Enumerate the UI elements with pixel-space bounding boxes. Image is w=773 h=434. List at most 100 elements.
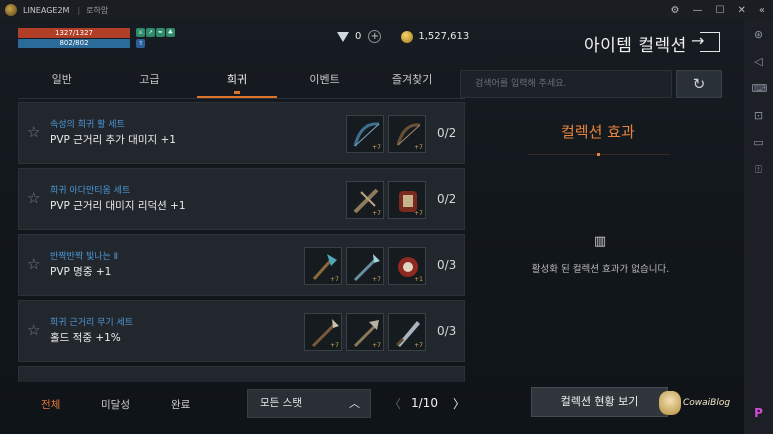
currency-display: 0 + 1,527,613: [337, 30, 469, 43]
buff-quill-icon[interactable]: ✒: [156, 28, 165, 37]
collection-row[interactable]: ☆ 희귀 아다만티움 세트 PVP 근거리 대미지 리덕션 +1 +7 +7 0…: [18, 168, 465, 230]
filter-incomplete[interactable]: 미달성: [101, 397, 130, 412]
collection-progress: 0/2: [437, 192, 457, 206]
favorite-star-icon[interactable]: ☆: [27, 191, 40, 206]
buff-list: ⚔ ↗ ✒ ♣: [136, 28, 175, 37]
active-tab-indicator: [233, 91, 240, 94]
item-slot[interactable]: +7: [388, 313, 426, 351]
set-effect: PVP 근거리 대미지 리덕션 +1: [50, 200, 186, 212]
tab-favorites[interactable]: 즐겨찾기: [368, 68, 456, 98]
set-name: 희귀 아다만티움 세트: [50, 186, 131, 196]
enchant-level: +7: [414, 144, 423, 151]
tab-advanced[interactable]: 고급: [106, 68, 194, 98]
prev-page-button[interactable]: 〈: [389, 395, 401, 412]
collection-row[interactable]: ☆ 희귀 근거리 무기 세트 홀드 적중 +1% +7 +7 +7 0/3: [18, 300, 465, 362]
enchant-level: +7: [372, 342, 381, 349]
diamond-icon: [337, 31, 350, 42]
maximize-icon[interactable]: ☐: [716, 5, 725, 16]
set-effect: 홀드 적중 +1%: [50, 332, 121, 344]
settings-icon[interactable]: ⚙: [671, 5, 680, 16]
favorite-star-icon[interactable]: ☆: [27, 323, 40, 338]
collection-tabs: 일반 고급 희귀 이벤트 즐겨찾기: [18, 68, 456, 98]
set-name: 속성의 희귀 활 세트: [50, 120, 125, 130]
buff-clover-icon[interactable]: ♣: [166, 28, 175, 37]
exit-icon[interactable]: [691, 32, 720, 52]
mp-bar: 802/802: [18, 39, 130, 48]
window-controls: ⚙ — ☐ ✕ «: [671, 0, 765, 20]
buff-sword-icon[interactable]: ⚔: [136, 28, 145, 37]
title-separator: |: [77, 5, 81, 15]
next-page-button[interactable]: 〉: [453, 395, 465, 412]
adena-count: 1,527,613: [418, 31, 470, 42]
app-name: LINEAGE2M: [23, 5, 70, 15]
page-title: 아이템 컬렉션: [584, 36, 687, 56]
item-slot[interactable]: +7: [388, 115, 426, 153]
chevron-up-icon: ︿: [349, 397, 360, 410]
apk-icon[interactable]: ⍐: [752, 163, 766, 177]
window-titlebar: LINEAGE2M | 로하암 ⚙ — ☐ ✕ «: [0, 0, 773, 20]
folder-icon[interactable]: ▭: [752, 136, 766, 150]
favorite-star-icon[interactable]: ☆: [27, 125, 40, 140]
buff-level-up-icon[interactable]: ⇑: [136, 39, 145, 48]
collection-progress: 0/2: [437, 126, 457, 140]
buff-haste-icon[interactable]: ↗: [146, 28, 155, 37]
view-collection-status-button[interactable]: 컬렉션 현황 보기: [531, 387, 668, 417]
item-slot[interactable]: +1: [388, 247, 426, 285]
app-logo-icon: [5, 4, 17, 16]
collection-row[interactable]: ☆ 속성의 희귀 활 세트 PVP 근거리 추가 대미지 +1 +7 +7 0/…: [18, 102, 465, 164]
empty-effect-message: 활성화 된 컬렉션 효과가 없습니다.: [531, 264, 670, 275]
collection-list[interactable]: ☆ 속성의 희귀 활 세트 PVP 근거리 추가 대미지 +1 +7 +7 0/…: [18, 102, 465, 382]
tab-event[interactable]: 이벤트: [281, 68, 369, 98]
hp-bar: 1327/1327: [18, 28, 130, 38]
search-input[interactable]: 검색어를 입력해 주세요.: [460, 70, 672, 98]
filter-complete[interactable]: 완료: [171, 397, 190, 412]
set-name: 희귀 근거리 무기 세트: [50, 318, 134, 328]
item-slot[interactable]: +7: [304, 313, 342, 351]
set-name: 반짝반짝 빛나는 Ⅱ: [50, 252, 119, 262]
enchant-level: +7: [372, 144, 381, 151]
enchant-level: +7: [330, 342, 339, 349]
item-slot[interactable]: +7: [346, 115, 384, 153]
item-slot[interactable]: +7: [346, 313, 384, 351]
window-subtitle: 로하암: [86, 5, 109, 15]
set-effect: PVP 근거리 추가 대미지 +1: [50, 134, 176, 146]
filter-all[interactable]: 전체: [41, 397, 60, 412]
tab-rare[interactable]: 희귀: [193, 68, 281, 98]
enchant-level: +7: [372, 210, 381, 217]
set-effect: PVP 명중 +1: [50, 266, 112, 278]
favorite-star-icon[interactable]: ☆: [27, 257, 40, 272]
enchant-level: +7: [330, 276, 339, 283]
enchant-level: +1: [414, 276, 423, 283]
volume-icon[interactable]: ◁: [752, 55, 766, 69]
diamond-count: 0: [355, 31, 362, 42]
title-underline-dot: [597, 153, 600, 156]
refresh-button[interactable]: [676, 70, 722, 98]
collection-progress: 0/3: [437, 324, 457, 338]
enchant-level: +7: [372, 276, 381, 283]
item-slot[interactable]: +7: [346, 247, 384, 285]
add-diamond-button[interactable]: +: [368, 30, 382, 43]
item-slot[interactable]: +7: [388, 181, 426, 219]
enchant-level: +7: [414, 210, 423, 217]
collection-row[interactable]: [18, 366, 465, 382]
adena-coin-icon: [401, 30, 414, 43]
crop-icon[interactable]: ⊡: [752, 109, 766, 123]
collapse-sidebar-icon[interactable]: «: [759, 5, 765, 16]
stat-filter-dropdown[interactable]: 모든 스탯 ︿: [247, 389, 371, 418]
item-slot[interactable]: +7: [304, 247, 342, 285]
collection-row[interactable]: ☆ 반짝반짝 빛나는 Ⅱ PVP 명중 +1 +7 +7 +1 0/3: [18, 234, 465, 296]
watermark-avatar-icon: [659, 391, 681, 415]
game-screen: 1327/1327 802/802 ⚔ ↗ ✒ ♣ ⇑ 0 + 1,527,61…: [0, 20, 744, 434]
collection-progress: 0/3: [437, 258, 457, 272]
emulator-sidebar: ⊛ ◁ ⌨ ⊡ ▭ ⍐ P: [744, 20, 773, 434]
bottom-bar: 전체 미달성 완료 모든 스탯 ︿ 〈 1/10 〉 컬렉션 현황 보기 Cow…: [0, 385, 744, 434]
tab-common[interactable]: 일반: [18, 68, 106, 98]
minimize-icon[interactable]: —: [693, 5, 703, 16]
tab-divider: [18, 98, 465, 99]
emulator-logo-icon: P: [754, 406, 763, 420]
keyboard-icon[interactable]: ⌨: [752, 82, 768, 96]
close-icon[interactable]: ✕: [737, 5, 745, 16]
collection-effect-title: 컬렉션 효과: [561, 123, 635, 141]
antenna-icon[interactable]: ⊛: [752, 28, 766, 42]
item-slot[interactable]: +7: [346, 181, 384, 219]
